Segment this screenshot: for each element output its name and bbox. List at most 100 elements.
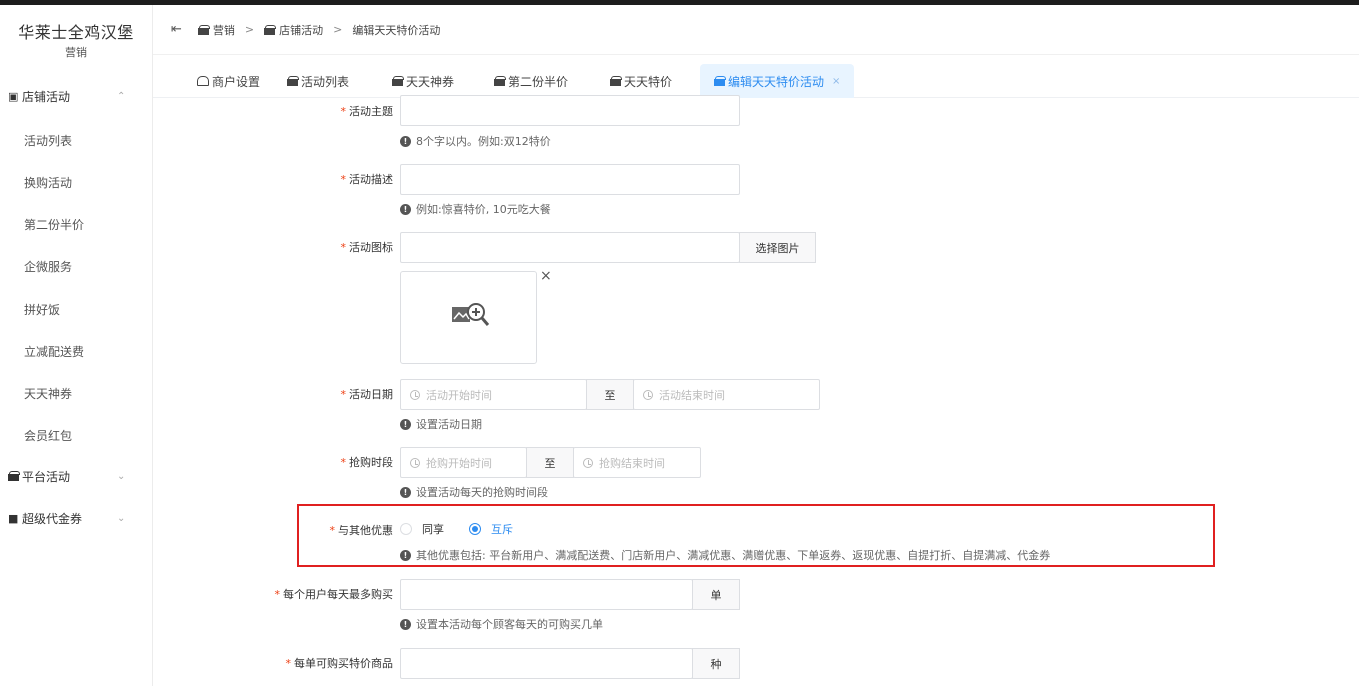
description-hint: ! 例如:惊喜特价, 10元吃大餐 [400,201,551,217]
info-icon: ! [400,549,411,561]
gift-icon [610,76,622,86]
tab-second-half-price[interactable]: 第二份半价 [494,64,568,98]
tab-daily-coupon[interactable]: 天天神券 [392,64,454,98]
gift-icon [494,76,506,86]
collapse-menu-icon[interactable]: ⇤ [171,22,182,37]
tab-merchant-settings[interactable]: 商户设置 [197,64,260,98]
sidebar-group-label: 平台活动 [22,469,71,484]
period-end-input[interactable]: 抢购结束时间 [573,447,701,478]
daily-limit-hint: ! 设置本活动每个顾客每天的可购买几单 [400,616,603,632]
sidebar-item-group-meal[interactable]: 拼好饭 [24,301,60,318]
tab-label: 天天神券 [406,74,455,89]
info-icon: ! [400,618,411,630]
chevron-up-icon: ⌃ [117,90,126,102]
date-end-input[interactable]: 活动结束时间 [633,379,820,410]
sidebar-item-delivery-discount[interactable]: 立减配送费 [24,343,84,360]
breadcrumb: 营销 > 店铺活动 > 编辑天天特价活动 [196,22,442,38]
image-placeholder-icon [452,303,490,326]
choose-image-button[interactable]: 选择图片 [739,232,816,263]
gift-icon [264,24,277,35]
info-icon: ! [400,203,411,215]
sidebar-item-member-red-packet[interactable]: 会员红包 [24,427,72,444]
brand-subtitle: 营销 [65,46,87,59]
clock-icon [583,457,593,468]
breadcrumb-current: 编辑天天特价活动 [352,23,441,37]
gift-icon [392,76,404,86]
sidebar-item-exchange[interactable]: 换购活动 [24,174,72,191]
daily-limit-input[interactable] [400,579,693,610]
date-range-separator: 至 [586,379,634,410]
edit-form: * 活动主题 ! 8个字以内。例如:双12特价 * 活动描述 ! 例如:惊喜特价, … [153,95,1359,686]
store-icon [197,76,209,86]
tab-activity-list[interactable]: 活动列表 [287,64,349,98]
gift-icon [287,76,299,86]
chevron-down-icon: ⌄ [117,470,126,482]
info-icon: ! [400,418,411,430]
tab-bar: 商户设置 活动列表 天天神券 第二份半价 天天特价 编辑天天特价活动 × [153,64,1359,98]
brand-title: 华莱士全鸡汉堡 [18,23,134,42]
period-range-separator: 至 [526,447,574,478]
per-order-input[interactable] [400,648,693,679]
description-label: * 活动描述 [340,173,394,186]
clock-icon [410,389,420,400]
brand: 华莱士全鸡汉堡 营销 [0,5,152,60]
breadcrumb-separator: > [333,23,343,36]
remove-image-icon[interactable]: × [540,268,552,284]
gift-icon [8,470,22,483]
period-label: * 抢购时段 [340,456,394,469]
per-order-label: * 每单可购买特价商品 [285,657,394,670]
subject-label: * 活动主题 [340,105,394,118]
per-order-unit: 种 [692,648,740,679]
sidebar-item-activity-list[interactable]: 活动列表 [24,132,72,149]
date-label: * 活动日期 [340,388,394,401]
icon-path-input[interactable] [400,232,740,263]
tab-edit-daily-special[interactable]: 编辑天天特价活动 × [700,64,855,98]
clock-icon [643,389,653,400]
coupon-icon: ■ [8,511,19,525]
tab-label: 商户设置 [212,74,261,89]
header: ⇤ 营销 > 店铺活动 > 编辑天天特价活动 [153,5,1359,55]
tab-label: 天天特价 [624,74,673,89]
sidebar: 华莱士全鸡汉堡 营销 ▣ 店铺活动 ⌃ 活动列表 换购活动 第二份半价 企微服务… [0,5,153,686]
breadcrumb-item[interactable]: 营销 [213,22,235,38]
period-hint: ! 设置活动每天的抢购时间段 [400,484,548,500]
sidebar-group-label: 超级代金券 [22,511,83,526]
sidebar-item-wecom-service[interactable]: 企微服务 [24,258,72,275]
sidebar-group-label: 店铺活动 [22,89,71,104]
sidebar-group-super-coupon[interactable]: ■ 超级代金券 ⌄ [0,507,153,529]
period-start-input[interactable]: 抢购开始时间 [400,447,527,478]
tab-daily-special[interactable]: 天天特价 [610,64,672,98]
sidebar-item-daily-coupon[interactable]: 天天神券 [24,385,72,402]
icon-label: * 活动图标 [340,241,394,254]
sidebar-group-platform-activities[interactable]: 平台活动 ⌄ [0,465,153,487]
subject-input[interactable] [400,95,740,126]
breadcrumb-item[interactable]: 店铺活动 [279,22,323,38]
close-icon[interactable]: × [832,76,840,87]
date-hint: ! 设置活动日期 [400,416,482,432]
sidebar-group-store-activities[interactable]: ▣ 店铺活动 ⌃ [0,85,153,107]
daily-limit-unit: 单 [692,579,740,610]
tab-label: 编辑天天特价活动 [728,74,825,89]
subject-hint: ! 8个字以内。例如:双12特价 [400,133,551,149]
tab-label: 活动列表 [301,74,350,89]
info-icon: ! [400,486,411,498]
radio-circle [400,523,412,535]
daily-limit-label: * 每个用户每天最多购买 [274,588,394,601]
breadcrumb-separator: > [244,23,255,36]
description-input[interactable] [400,164,740,195]
radio-exclusive[interactable]: 互斥 [469,521,513,537]
gift-icon [714,76,726,86]
info-icon: ! [400,135,411,147]
store-icon: ▣ [8,89,19,103]
other-discount-label: * 与其他优惠 [329,524,394,537]
radio-share[interactable]: 同享 [400,521,444,537]
radio-circle [469,523,481,535]
clock-icon [410,457,420,468]
gift-icon [197,24,210,35]
date-start-input[interactable]: 活动开始时间 [400,379,587,410]
other-discount-hint: ! 其他优惠包括: 平台新用户、满减配送费、门店新用户、满减优惠、满赠优惠、下单… [400,547,1050,563]
tab-label: 第二份半价 [508,74,569,89]
chevron-down-icon: ⌄ [117,512,126,524]
sidebar-item-second-half-price[interactable]: 第二份半价 [24,216,84,233]
image-preview[interactable] [400,271,537,364]
